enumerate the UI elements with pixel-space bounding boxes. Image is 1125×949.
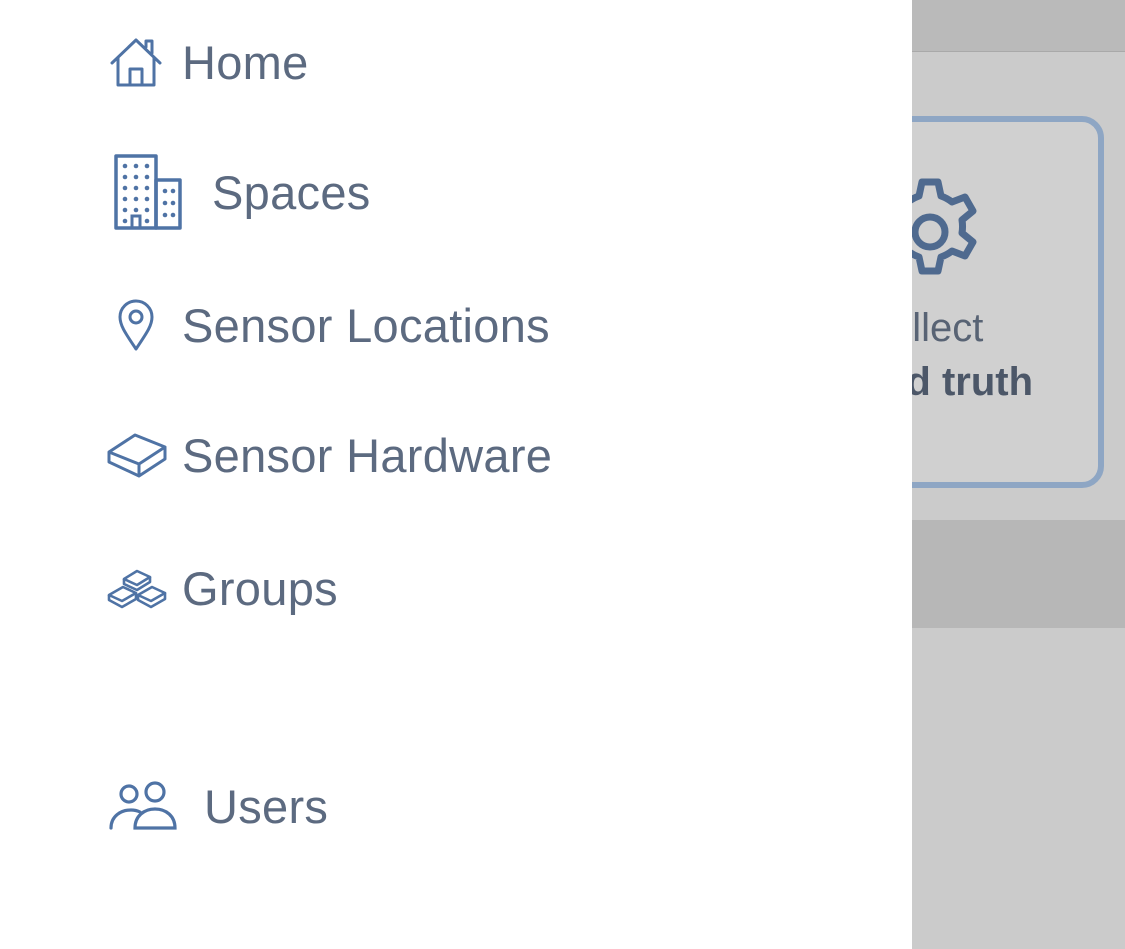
- nav-item-label: Spaces: [212, 165, 371, 219]
- nav-item-label: Home: [182, 35, 309, 89]
- nav-item-label: Sensor Locations: [182, 298, 550, 352]
- location-pin-icon: [106, 296, 166, 354]
- page-backdrop: ollect nd truth: [912, 0, 1125, 949]
- nav-item-label: Sensor Hardware: [182, 428, 553, 482]
- nav-item-home[interactable]: Home: [106, 34, 309, 90]
- nav-item-groups[interactable]: Groups: [106, 561, 338, 616]
- nav-item-label: Groups: [182, 562, 338, 615]
- background-top-bar: [912, 0, 1125, 52]
- nav-item-label: Users: [204, 779, 329, 833]
- nav-item-users[interactable]: Users: [106, 778, 328, 834]
- sensor-device-icon: [106, 427, 168, 483]
- background-band: [912, 520, 1125, 628]
- building-icon: [106, 152, 186, 232]
- card-text-line2: nd truth: [912, 360, 1034, 404]
- home-icon: [106, 34, 166, 90]
- nav-item-spaces[interactable]: Spaces: [106, 152, 371, 232]
- background-card: [912, 116, 1104, 488]
- nav-item-sensor-locations[interactable]: Sensor Locations: [106, 296, 550, 354]
- card-text-line1: ollect: [912, 306, 984, 350]
- users-icon: [106, 778, 180, 834]
- groups-icon: [106, 563, 168, 615]
- navigation-drawer: Home Spaces Sensor Locations Sensor Hard…: [0, 0, 912, 949]
- gear-icon: [912, 178, 977, 275]
- nav-item-sensor-hardware[interactable]: Sensor Hardware: [106, 427, 552, 483]
